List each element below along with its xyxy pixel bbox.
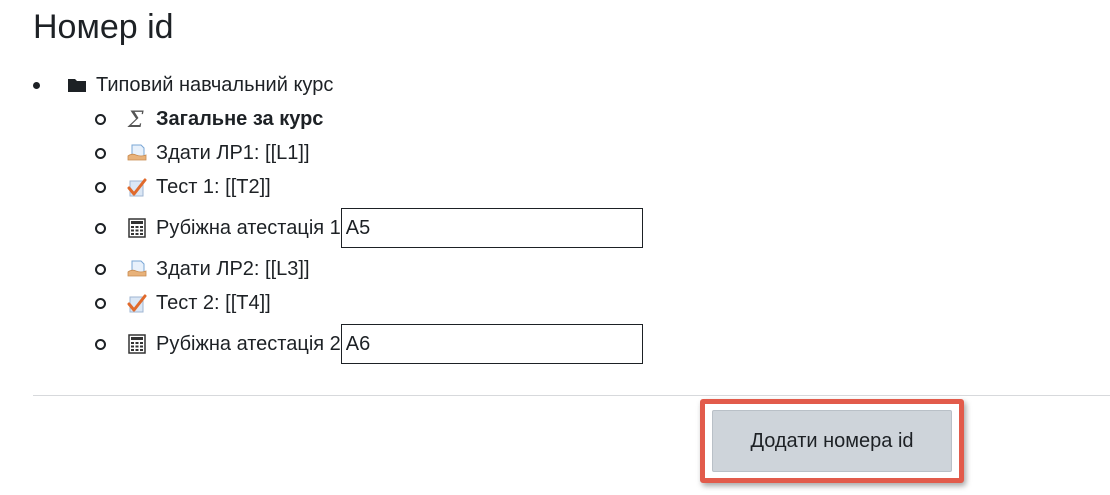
assignment-icon xyxy=(126,258,148,280)
svg-text:Σ: Σ xyxy=(127,108,144,130)
grade-item-label: Тест 2: [[T4]] xyxy=(156,292,271,314)
idnumber-input-attestation-1[interactable] xyxy=(340,208,643,248)
category-row: Типовий навчальний курс xyxy=(66,68,643,102)
grade-item-assignment-2: Здати ЛР2: [[L3]] xyxy=(95,252,643,286)
page-title: Номер id xyxy=(33,8,174,46)
grade-tree: Типовий навчальний курс Σ Загальне за ку… xyxy=(30,68,643,368)
assignment-icon xyxy=(126,142,148,164)
grade-item-label: Загальне за курс xyxy=(156,108,324,130)
grade-item-assignment-1: Здати ЛР1: [[L1]] xyxy=(95,136,643,170)
grade-item-attestation-2: Рубіжна атестація 2 xyxy=(95,320,643,368)
grade-item-quiz-2: Тест 2: [[T4]] xyxy=(95,286,643,320)
calculator-icon xyxy=(126,333,148,355)
grade-item-label: Рубіжна атестація 1 xyxy=(156,217,341,239)
grade-item-label: Здати ЛР2: [[L3]] xyxy=(156,258,310,280)
calculator-icon xyxy=(126,217,148,239)
idnumber-input-attestation-2[interactable] xyxy=(340,324,643,364)
grade-item-course-total: Σ Загальне за курс xyxy=(95,102,643,136)
add-idnumbers-button[interactable]: Додати номера id xyxy=(712,410,952,472)
sigma-icon: Σ xyxy=(126,108,148,130)
grade-item-quiz-1: Тест 1: [[T2]] xyxy=(95,170,643,204)
grade-item-label: Тест 1: [[T2]] xyxy=(156,176,271,198)
id-numbers-page: Номер id Типовий навчальний курс Σ Загал… xyxy=(0,0,1110,495)
quiz-icon xyxy=(126,292,148,314)
category-label: Типовий навчальний курс xyxy=(96,74,334,96)
form-divider xyxy=(33,395,1110,396)
grade-item-attestation-1: Рубіжна атестація 1 xyxy=(95,204,643,252)
grade-item-label: Рубіжна атестація 2 xyxy=(156,333,341,355)
grade-items-list: Σ Загальне за курс Здати ЛР1: [[L1]] Тес… xyxy=(95,102,643,368)
quiz-icon xyxy=(126,176,148,198)
grade-item-label: Здати ЛР1: [[L1]] xyxy=(156,142,310,164)
folder-icon xyxy=(66,74,88,96)
category-item: Типовий навчальний курс Σ Загальне за ку… xyxy=(30,68,643,368)
